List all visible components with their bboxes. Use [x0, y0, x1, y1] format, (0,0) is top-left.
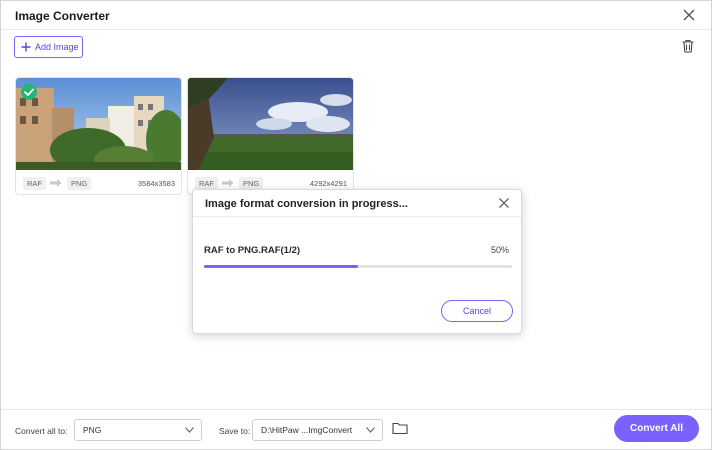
chevron-down-icon: [366, 427, 375, 433]
title-bar: Image Converter: [1, 1, 711, 30]
trash-icon[interactable]: [680, 38, 696, 54]
dialog-divider: [193, 216, 521, 217]
add-image-button[interactable]: Add Image: [14, 36, 83, 58]
convert-all-label: Convert all to:: [15, 426, 68, 436]
image-card[interactable]: RAF PNG 4292x4291: [187, 77, 354, 195]
convert-all-button[interactable]: Convert All: [614, 415, 699, 442]
target-format-badge: PNG: [67, 177, 92, 190]
add-image-label: Add Image: [35, 42, 79, 52]
image-dimensions: 4292x4291: [309, 179, 347, 188]
cancel-button[interactable]: Cancel: [441, 300, 513, 322]
folder-icon[interactable]: [392, 421, 408, 435]
arrow-right-icon: [222, 179, 234, 187]
plus-icon: [21, 42, 31, 52]
image-card[interactable]: RAF PNG 3584x3583: [15, 77, 182, 195]
progress-percent: 50%: [490, 245, 509, 255]
source-format-badge: RAF: [23, 177, 46, 190]
check-icon: [21, 84, 37, 100]
close-icon[interactable]: [497, 196, 511, 210]
output-format-select[interactable]: PNG: [74, 419, 202, 441]
window-title: Image Converter: [15, 9, 110, 23]
chevron-down-icon: [185, 427, 194, 433]
progress-bar-fill: [204, 265, 358, 268]
arrow-right-icon: [50, 179, 62, 187]
close-icon[interactable]: [681, 7, 697, 23]
footer-bar: Convert all to: PNG Save to: D:\HitPaw .…: [1, 409, 711, 449]
dialog-title: Image format conversion in progress...: [205, 198, 408, 210]
image-thumbnail: [188, 78, 353, 170]
image-meta-row: RAF PNG 3584x3583: [16, 174, 181, 194]
save-to-label: Save to:: [219, 426, 251, 436]
image-thumbnail: [16, 78, 181, 170]
save-location-select[interactable]: D:\HitPaw ...ImgConvert: [252, 419, 383, 441]
output-format-value: PNG: [83, 425, 102, 435]
progress-bar: [204, 265, 512, 268]
progress-label: RAF to PNG.RAF(1/2): [204, 245, 301, 256]
image-dimensions: 3584x3583: [137, 179, 175, 188]
conversion-progress-dialog: Image format conversion in progress... R…: [192, 189, 522, 334]
image-converter-window: Image Converter Add Image RAF PNG 3584x3…: [0, 0, 712, 450]
save-location-value: D:\HitPaw ...ImgConvert: [261, 425, 353, 435]
